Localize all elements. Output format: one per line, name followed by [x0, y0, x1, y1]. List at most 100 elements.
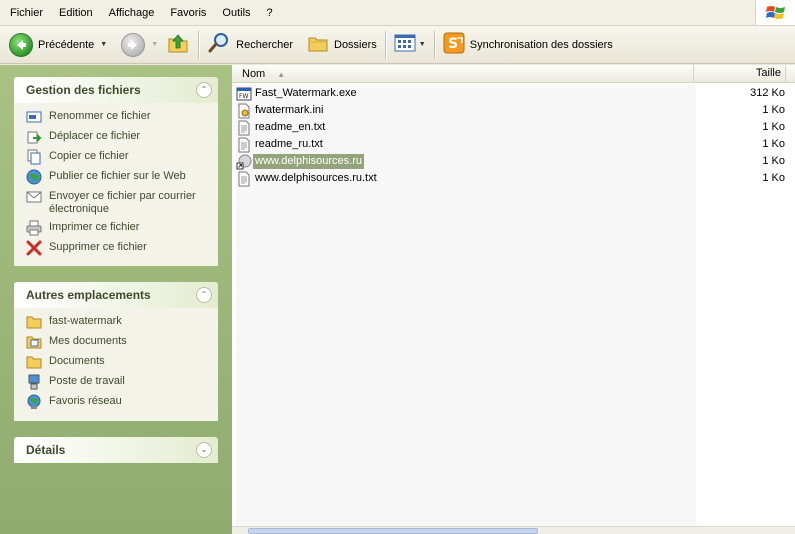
place-fast-watermark[interactable]: fast-watermark — [26, 314, 210, 330]
menu-help[interactable]: ? — [259, 0, 281, 26]
other-places-header[interactable]: Autres emplacements ⌃ — [14, 282, 218, 308]
task-label: Supprimer ce fichier — [49, 241, 147, 253]
file-size: 1 Ko — [762, 121, 785, 133]
sync-folders-button[interactable]: S Synchronisation des dossiers — [439, 29, 617, 61]
forward-button[interactable]: ▼ — [117, 29, 162, 61]
column-header-filler — [785, 65, 795, 83]
task-publish-web[interactable]: Publier ce fichier sur le Web — [26, 169, 210, 185]
folder-icon — [26, 354, 42, 370]
file-row-selected[interactable]: www.delphisources.ru 1 Ko — [236, 153, 791, 170]
exe-icon: FW — [236, 86, 252, 102]
file-row[interactable]: fwatermark.ini 1 Ko — [236, 102, 791, 119]
back-dropdown-icon[interactable]: ▼ — [100, 41, 107, 48]
menu-affichage[interactable]: Affichage — [101, 0, 163, 26]
place-label: Mes documents — [49, 335, 127, 347]
my-documents-icon — [26, 334, 42, 350]
other-places-panel: Autres emplacements ⌃ fast-watermark Mes… — [14, 282, 218, 421]
toolbar-separator — [384, 30, 386, 59]
place-documents[interactable]: Documents — [26, 354, 210, 370]
toolbar-separator — [198, 30, 200, 59]
place-label: Documents — [49, 355, 105, 367]
horizontal-scrollbar[interactable] — [232, 526, 795, 534]
back-button-label: Précédente — [38, 38, 95, 51]
svg-text:FW: FW — [239, 93, 248, 100]
rename-icon — [26, 109, 42, 125]
folders-button[interactable]: Dossiers — [303, 29, 381, 61]
move-icon — [26, 129, 42, 145]
file-row[interactable]: FW Fast_Watermark.exe 312 Ko — [236, 85, 791, 102]
file-row[interactable]: readme_ru.txt 1 Ko — [236, 136, 791, 153]
sync-icon: S — [443, 32, 465, 57]
menu-bar: Fichier Edition Affichage Favoris Outils… — [0, 0, 795, 26]
menu-edition[interactable]: Edition — [51, 0, 101, 26]
copy-icon — [26, 149, 42, 165]
file-name: Fast_Watermark.exe — [255, 87, 357, 99]
file-name: fwatermark.ini — [255, 104, 324, 116]
column-name-label: Nom — [242, 67, 266, 80]
file-name: www.delphisources.ru.txt — [255, 172, 377, 184]
column-header-name[interactable]: Nom ▲ — [232, 65, 694, 83]
place-my-computer[interactable]: Poste de travail — [26, 374, 210, 390]
views-icon — [394, 34, 416, 55]
printer-icon — [26, 220, 42, 236]
views-button[interactable]: ▼ — [390, 29, 430, 61]
task-label: Publier ce fichier sur le Web — [49, 170, 186, 182]
toolbar-separator — [433, 30, 435, 59]
details-header[interactable]: Détails ⌄ — [14, 437, 218, 463]
folder-icon — [26, 314, 42, 330]
sync-button-label: Synchronisation des dossiers — [469, 38, 613, 51]
forward-arrow-icon — [121, 32, 146, 57]
scrollbar-thumb[interactable] — [248, 528, 538, 534]
ini-icon — [236, 103, 252, 119]
task-copy-file[interactable]: Copier ce fichier — [26, 149, 210, 165]
folders-icon — [307, 33, 329, 56]
place-network[interactable]: Favoris réseau — [26, 394, 210, 410]
details-title: Détails — [26, 443, 66, 457]
file-list-view[interactable]: Nom ▲ Taille FW Fast_Watermark.exe 312 K… — [232, 65, 795, 534]
network-places-icon — [26, 394, 42, 410]
task-email-file[interactable]: Envoyer ce fichier par courrier électron… — [26, 189, 210, 216]
file-tasks-list: Renommer ce fichier Déplacer ce fichier … — [14, 103, 218, 268]
other-places-list: fast-watermark Mes documents Documents P… — [14, 308, 218, 422]
back-button[interactable]: Précédente ▼ — [0, 29, 111, 61]
file-tasks-title: Gestion des fichiers — [26, 83, 141, 97]
file-name: readme_en.txt — [255, 121, 326, 133]
task-label: Déplacer ce fichier — [49, 130, 141, 142]
forward-dropdown-icon[interactable]: ▼ — [151, 41, 158, 48]
file-row[interactable]: readme_en.txt 1 Ko — [236, 119, 791, 136]
text-file-icon — [236, 171, 252, 187]
expand-down-icon[interactable]: ⌄ — [196, 442, 212, 458]
views-dropdown-icon[interactable]: ▼ — [419, 41, 426, 48]
delete-icon — [26, 240, 42, 256]
menu-outils[interactable]: Outils — [214, 0, 258, 26]
task-print-file[interactable]: Imprimer ce fichier — [26, 220, 210, 236]
up-folder-icon — [166, 31, 190, 58]
task-label: Imprimer ce fichier — [49, 221, 140, 233]
toolbar: Précédente ▼ ▼ Rechercher Dossiers ▼ S S… — [0, 26, 795, 64]
task-label: Renommer ce fichier — [49, 110, 151, 122]
task-rename-file[interactable]: Renommer ce fichier — [26, 109, 210, 125]
search-button-label: Rechercher — [236, 38, 293, 51]
menu-fichier[interactable]: Fichier — [0, 0, 51, 26]
column-size-label: Taille — [755, 67, 781, 79]
windows-logo-icon — [755, 0, 795, 25]
search-icon — [207, 31, 231, 58]
email-icon — [26, 189, 42, 205]
collapse-up-icon[interactable]: ⌃ — [196, 82, 212, 98]
svg-text:S: S — [448, 36, 458, 52]
file-size: 1 Ko — [762, 104, 785, 116]
column-header-size[interactable]: Taille — [695, 65, 785, 83]
file-name: readme_ru.txt — [255, 138, 323, 150]
collapse-up-icon[interactable]: ⌃ — [196, 287, 212, 303]
task-move-file[interactable]: Déplacer ce fichier — [26, 129, 210, 145]
file-tasks-header[interactable]: Gestion des fichiers ⌃ — [14, 77, 218, 103]
search-button[interactable]: Rechercher — [203, 29, 297, 61]
task-delete-file[interactable]: Supprimer ce fichier — [26, 240, 210, 256]
up-folder-button[interactable] — [162, 29, 194, 61]
menu-favoris[interactable]: Favoris — [162, 0, 214, 26]
task-pane: Gestion des fichiers ⌃ Renommer ce fichi… — [0, 65, 232, 534]
place-my-documents[interactable]: Mes documents — [26, 334, 210, 350]
file-row[interactable]: www.delphisources.ru.txt 1 Ko — [236, 170, 791, 187]
text-file-icon — [236, 137, 252, 153]
folders-button-label: Dossiers — [334, 38, 377, 51]
